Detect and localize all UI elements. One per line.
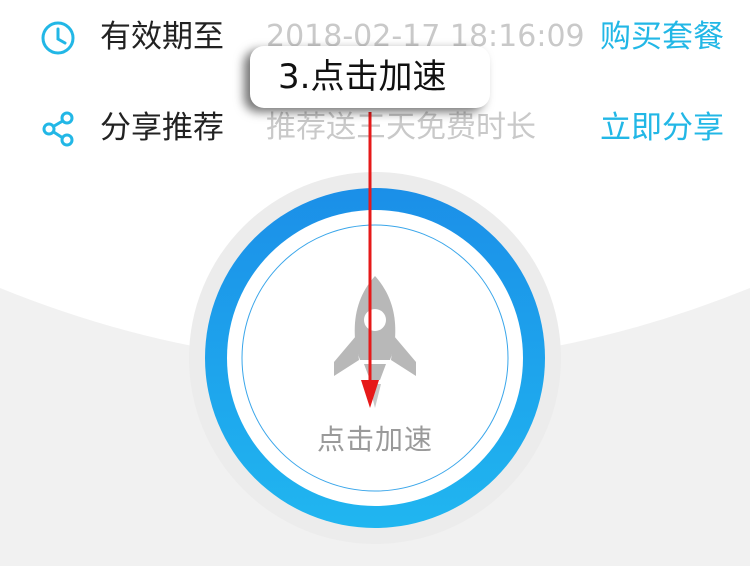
boost-label: 点击加速 <box>316 423 433 456</box>
annotation-callout: 3.点击加速 <box>250 46 490 108</box>
annotation-text: 3.点击加速 <box>278 57 447 97</box>
